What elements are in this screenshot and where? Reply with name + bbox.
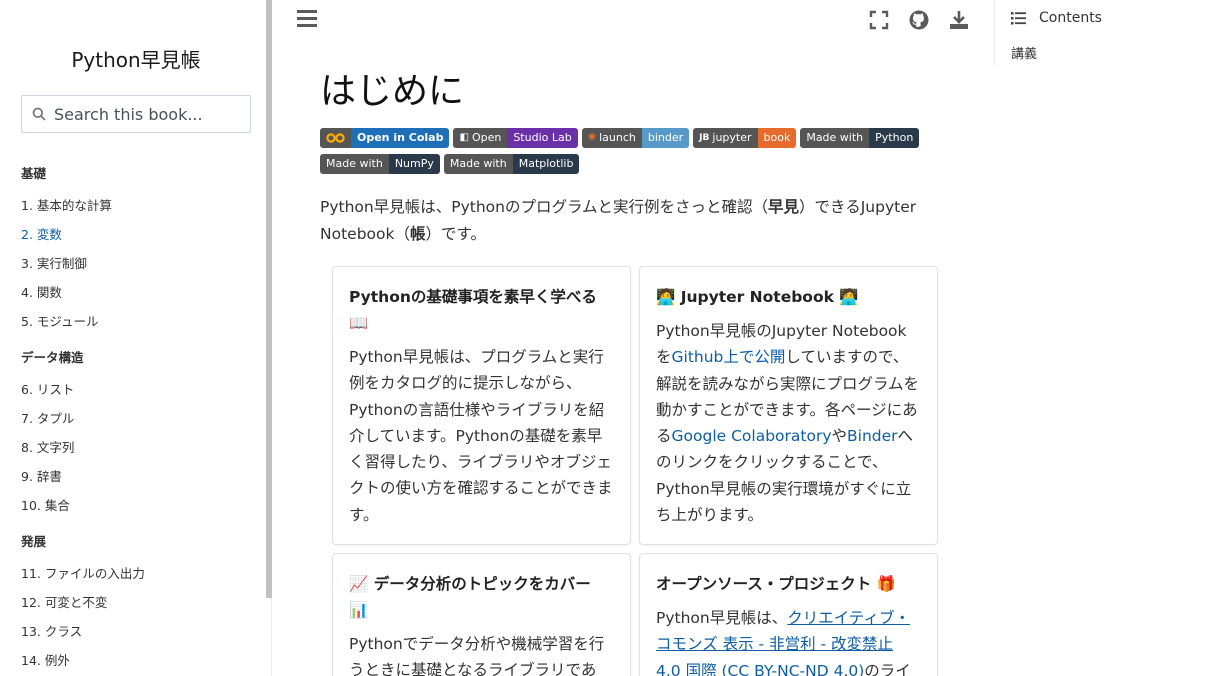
toc-heading-label: Contents	[1039, 10, 1102, 26]
card-title: オープンソース・プロジェクト 🎁	[656, 575, 896, 593]
sidebar-item-variables[interactable]: 2. 変数	[21, 220, 261, 249]
card-title: 🧑‍💻 Jupyter Notebook 🧑‍💻	[656, 288, 859, 306]
badge-made-with-numpy[interactable]: Made with NumPy	[320, 154, 440, 174]
badge-open-studio-lab[interactable]: ◧ Open Studio Lab	[453, 128, 578, 148]
fullscreen-icon[interactable]	[868, 9, 890, 31]
sidebar-item-file-io[interactable]: 11. ファイルの入出力	[21, 559, 261, 588]
colab-icon	[326, 133, 345, 143]
toc-item-lecture[interactable]: 講義	[1011, 43, 1037, 62]
sidebar-item-class[interactable]: 13. クラス	[21, 617, 261, 646]
badge-made-with-matplotlib[interactable]: Made with Matplotlib	[443, 154, 580, 174]
card-basics: Pythonの基礎事項を素早く学べる 📖 Python早見帳は、プログラムと実行…	[332, 266, 631, 545]
site-title[interactable]: Python早見帳	[0, 44, 272, 73]
jupyter-book-icon: JB	[699, 133, 710, 143]
nav-caption-data-structures: データ構造	[21, 350, 84, 365]
sidebar-item-tuple[interactable]: 7. タプル	[21, 404, 261, 433]
studio-lab-icon: ◧	[459, 132, 469, 143]
binder-icon: ❀	[587, 132, 597, 143]
card-body: Python早見帳は、クリエイティブ・コモンズ 表示 - 非営利 - 改変禁止 …	[656, 605, 921, 676]
toc-heading[interactable]: Contents	[1011, 10, 1102, 26]
search-icon	[32, 107, 46, 121]
list-icon	[1011, 12, 1026, 25]
badge-launch-binder[interactable]: ❀ launch binder	[581, 128, 690, 148]
sidebar-item-modules[interactable]: 5. モジュール	[21, 307, 261, 336]
card-data-analysis: 📈 データ分析のトピックをカバー 📊 Pythonでデータ分析や機械学習を行うと…	[332, 553, 631, 676]
search-box[interactable]	[21, 95, 251, 133]
card-body: Pythonでデータ分析や機械学習を行うときに基礎となるライブラリであ	[349, 635, 605, 676]
sidebar-item-string[interactable]: 8. 文字列	[21, 433, 261, 462]
sidebar: Python早見帳 基礎 1. 基本的な計算 2. 変数 3. 実行制御 4. …	[0, 0, 272, 676]
sidebar-item-basic-calc[interactable]: 1. 基本的な計算	[21, 191, 261, 220]
card-body: Python早見帳は、プログラムと実行例をカタログ的に提示しながら、Python…	[349, 348, 613, 524]
sidebar-item-control-flow[interactable]: 3. 実行制御	[21, 249, 261, 278]
sidebar-item-dict[interactable]: 9. 辞書	[21, 462, 261, 491]
github-icon[interactable]	[908, 9, 930, 31]
sidebar-item-mutable[interactable]: 12. 可変と不変	[21, 588, 261, 617]
nav-caption-basics: 基礎	[21, 166, 47, 181]
github-link[interactable]: Github上で公開	[672, 348, 786, 366]
search-input[interactable]	[54, 104, 234, 124]
badge-list: Open in Colab ◧ Open Studio Lab ❀ launch b…	[320, 128, 940, 180]
card-title: Pythonの基礎事項を素早く学べる 📖	[349, 288, 597, 332]
sidebar-scrollbar[interactable]	[266, 0, 272, 598]
menu-icon[interactable]	[297, 10, 317, 30]
sidebar-item-list[interactable]: 6. リスト	[21, 375, 261, 404]
card-jupyter-notebook: 🧑‍💻 Jupyter Notebook 🧑‍💻 Python早見帳のJupyt…	[639, 266, 938, 545]
nav-caption-advanced: 発展	[21, 534, 47, 549]
colab-link[interactable]: Google Colaboratory	[672, 427, 832, 445]
badge-jupyter-book[interactable]: JB jupyter book	[693, 128, 797, 148]
badge-made-with-python[interactable]: Made with Python	[800, 128, 920, 148]
page-toc: Contents 講義	[994, 0, 1231, 66]
badge-open-in-colab[interactable]: Open in Colab	[320, 128, 450, 148]
card-title: 📈 データ分析のトピックをカバー 📊	[349, 575, 591, 619]
sidebar-item-set[interactable]: 10. 集合	[21, 491, 261, 520]
binder-link[interactable]: Binder	[847, 427, 898, 445]
sidebar-item-exceptions[interactable]: 14. 例外	[21, 646, 261, 675]
sidebar-nav: 基礎 1. 基本的な計算 2. 変数 3. 実行制御 4. 関数 5. モジュー…	[21, 164, 261, 675]
page-title: はじめに	[320, 71, 465, 112]
topbar	[272, 0, 994, 40]
intro-paragraph: Python早見帳は、Pythonのプログラムと実行例をさっと確認（早見）できる…	[320, 198, 917, 243]
card-body: Python早見帳のJupyter NotebookをGithub上で公開してい…	[656, 322, 920, 525]
card-open-source: オープンソース・プロジェクト 🎁 Python早見帳は、クリエイティブ・コモンズ…	[639, 553, 938, 676]
sidebar-item-functions[interactable]: 4. 関数	[21, 278, 261, 307]
download-icon[interactable]	[948, 9, 970, 31]
